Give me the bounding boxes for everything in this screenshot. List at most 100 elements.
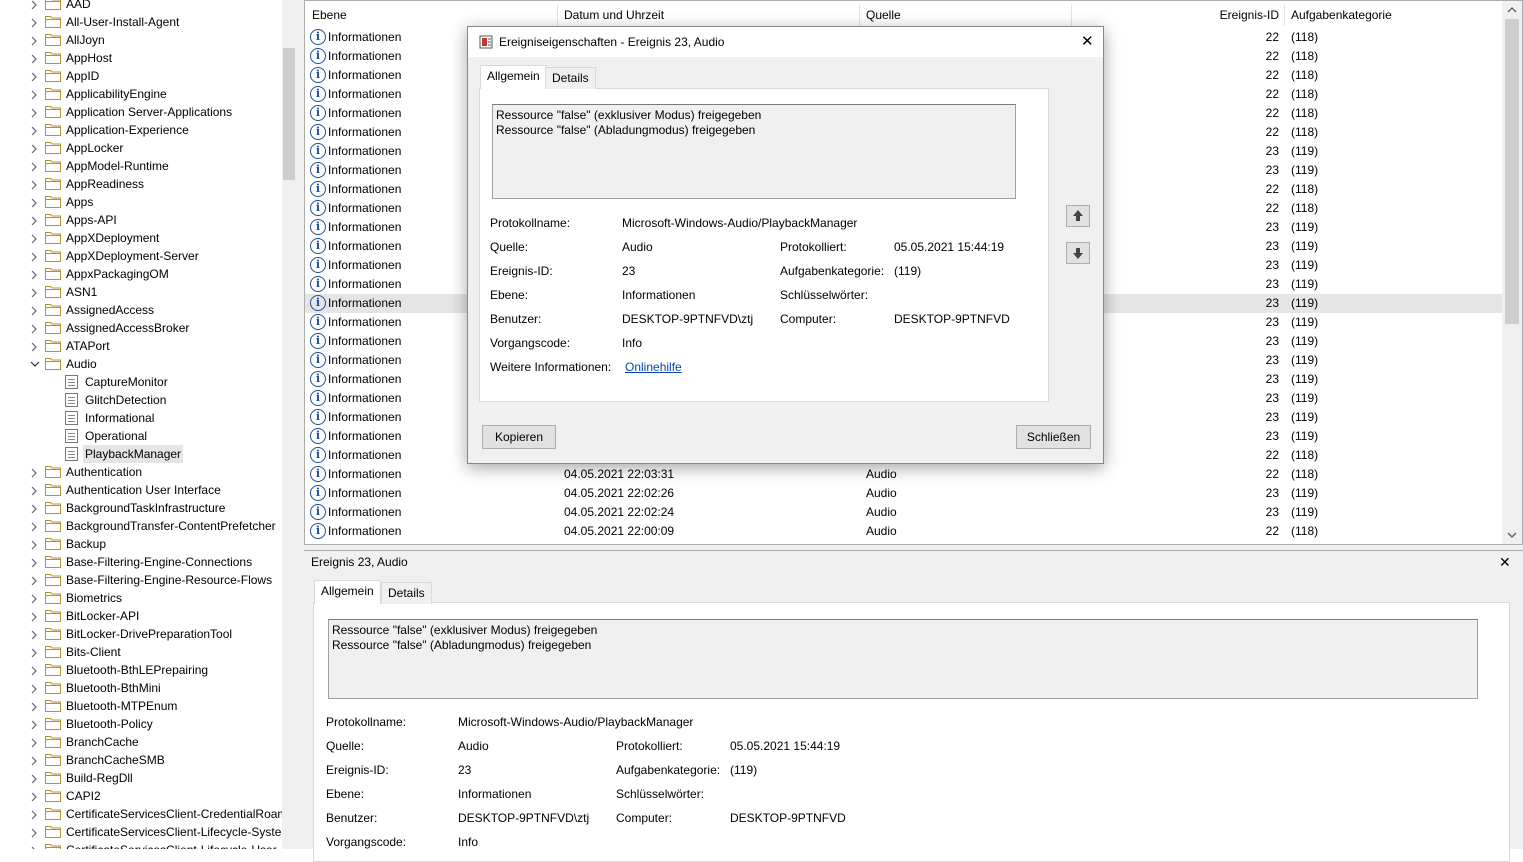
event-message[interactable]: Ressource "false" (exklusiver Modus) fre… [492, 104, 1016, 199]
chevron-right-icon[interactable] [30, 337, 38, 355]
tree-item[interactable]: CertificateServicesClient-Lifecycle-Syst… [0, 823, 285, 841]
table-row[interactable]: i Informationen 04.05.2021 22:02:24 Audio 23… [305, 503, 1502, 522]
chevron-right-icon[interactable] [30, 265, 38, 283]
tree-item[interactable]: Bluetooth-BthMini [0, 679, 282, 697]
chevron-right-icon[interactable] [30, 229, 38, 247]
column-divider[interactable] [1284, 4, 1285, 26]
event-message[interactable]: Ressource "false" (exklusiver Modus) fre… [328, 619, 1478, 699]
tree-item[interactable]: BitLocker-API [0, 607, 282, 625]
chevron-right-icon[interactable] [30, 625, 38, 643]
chevron-right-icon[interactable] [30, 31, 38, 49]
tab-details[interactable]: Details [545, 67, 596, 89]
chevron-right-icon[interactable] [30, 679, 38, 697]
scroll-down-icon[interactable] [1502, 526, 1522, 544]
tree-item[interactable]: Base-Filtering-Engine-Connections [0, 553, 282, 571]
chevron-right-icon[interactable] [30, 247, 38, 265]
tree-item[interactable]: Operational [0, 427, 282, 445]
chevron-right-icon[interactable] [30, 643, 38, 661]
scroll-up-icon[interactable] [1502, 1, 1522, 19]
close-button[interactable]: Schließen [1016, 425, 1091, 449]
tab-general[interactable]: Allgemein [314, 580, 381, 604]
tree-item[interactable]: AppReadiness [0, 175, 282, 193]
table-row[interactable]: i Informationen 04.05.2021 22:03:31 Audio 22… [305, 465, 1502, 484]
copy-button[interactable]: Kopieren [482, 425, 556, 449]
tree-item[interactable]: AppXDeployment-Server [0, 247, 282, 265]
tree-item[interactable]: AppxPackagingOM [0, 265, 282, 283]
tree-item[interactable]: All-User-Install-Agent [0, 13, 282, 31]
chevron-right-icon[interactable] [30, 697, 38, 715]
tree-item[interactable]: AppID [0, 67, 282, 85]
chevron-right-icon[interactable] [30, 499, 38, 517]
tree-item[interactable]: PlaybackManager [0, 445, 282, 463]
tree-item[interactable]: AssignedAccessBroker [0, 319, 282, 337]
dialog-titlebar[interactable]: Ereigniseigenschaften - Ereignis 23, Aud… [468, 27, 1103, 57]
next-event-button[interactable] [1066, 242, 1090, 264]
chevron-right-icon[interactable] [30, 841, 38, 849]
tree-item[interactable]: CAPI2 [0, 787, 282, 805]
chevron-right-icon[interactable] [30, 211, 38, 229]
tree-item[interactable]: GlitchDetection [0, 391, 282, 409]
tree-item[interactable]: AAD [0, 0, 282, 13]
chevron-right-icon[interactable] [30, 589, 38, 607]
chevron-right-icon[interactable] [30, 661, 38, 679]
grid-scrollbar[interactable] [1502, 1, 1522, 544]
tree-item[interactable]: Biometrics [0, 589, 282, 607]
tree-item[interactable]: Apps-API [0, 211, 282, 229]
close-icon[interactable]: ✕ [1081, 32, 1094, 50]
tree-item[interactable]: CertificateServicesClient-CredentialRoam [0, 805, 287, 823]
tree-item[interactable]: ApplicabilityEngine [0, 85, 282, 103]
chevron-right-icon[interactable] [30, 319, 38, 337]
chevron-right-icon[interactable] [30, 139, 38, 157]
tree-item[interactable]: Backup [0, 535, 282, 553]
chevron-right-icon[interactable] [30, 733, 38, 751]
chevron-right-icon[interactable] [30, 157, 38, 175]
column-header-level[interactable]: Ebene [312, 4, 347, 26]
tree-item[interactable]: Informational [0, 409, 282, 427]
chevron-down-icon[interactable] [30, 355, 40, 373]
chevron-right-icon[interactable] [30, 751, 38, 769]
tree-item[interactable]: Bluetooth-Policy [0, 715, 282, 733]
chevron-right-icon[interactable] [30, 463, 38, 481]
chevron-right-icon[interactable] [30, 481, 38, 499]
chevron-right-icon[interactable] [30, 193, 38, 211]
table-row[interactable]: i Informationen 04.05.2021 22:02:26 Audio 23… [305, 484, 1502, 503]
chevron-right-icon[interactable] [30, 787, 38, 805]
tree-item[interactable]: BranchCacheSMB [0, 751, 282, 769]
chevron-right-icon[interactable] [30, 301, 38, 319]
tree-item[interactable]: Apps [0, 193, 282, 211]
chevron-right-icon[interactable] [30, 49, 38, 67]
online-help-link[interactable]: Onlinehilfe [625, 360, 682, 374]
chevron-right-icon[interactable] [30, 805, 38, 823]
column-header-datetime[interactable]: Datum und Uhrzeit [564, 4, 664, 26]
chevron-right-icon[interactable] [30, 715, 38, 733]
tree-item[interactable]: Authentication User Interface [0, 481, 282, 499]
chevron-right-icon[interactable] [30, 535, 38, 553]
tree-item[interactable]: ATAPort [0, 337, 282, 355]
tree-item[interactable]: CertificateServicesClient-Lifecycle-User [0, 841, 282, 849]
chevron-right-icon[interactable] [30, 13, 38, 31]
tree-item[interactable]: BackgroundTaskInfrastructure [0, 499, 282, 517]
tree-scrollbar-thumb[interactable] [283, 48, 295, 180]
tree-item[interactable]: AppHost [0, 49, 282, 67]
column-header-category[interactable]: Aufgabenkategorie [1291, 4, 1392, 26]
tree-item[interactable]: Base-Filtering-Engine-Resource-Flows [0, 571, 282, 589]
tree-item[interactable]: Authentication [0, 463, 282, 481]
close-icon[interactable]: ✕ [1499, 554, 1511, 571]
column-divider[interactable] [859, 4, 860, 26]
column-header-source[interactable]: Quelle [866, 4, 901, 26]
chevron-right-icon[interactable] [30, 85, 38, 103]
tree-item[interactable]: Bits-Client [0, 643, 282, 661]
tree-item[interactable]: Application-Experience [0, 121, 282, 139]
tree-item[interactable]: BranchCache [0, 733, 282, 751]
previous-event-button[interactable] [1066, 205, 1090, 227]
chevron-right-icon[interactable] [30, 67, 38, 85]
tab-details[interactable]: Details [381, 582, 432, 604]
tree-item[interactable]: AppXDeployment [0, 229, 282, 247]
tree-item[interactable]: Bluetooth-MTPEnum [0, 697, 282, 715]
tree-item[interactable]: AppLocker [0, 139, 282, 157]
chevron-right-icon[interactable] [30, 607, 38, 625]
chevron-right-icon[interactable] [30, 769, 38, 787]
tree-item[interactable]: Audio [0, 355, 282, 373]
table-row[interactable]: i Informationen 04.05.2021 22:00:09 Audio 22… [305, 522, 1502, 541]
chevron-right-icon[interactable] [30, 823, 38, 841]
